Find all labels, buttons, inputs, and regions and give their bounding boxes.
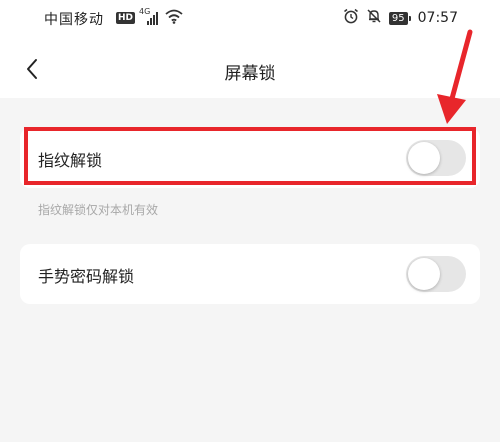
signal-icon: 4G <box>139 7 161 26</box>
gesture-unlock-label: 手势密码解锁 <box>38 267 135 286</box>
hd-badge: HD <box>116 12 136 24</box>
clock-time: 07:57 <box>417 10 458 26</box>
fingerprint-unlock-toggle[interactable] <box>406 140 466 176</box>
toggle-knob <box>408 258 440 290</box>
fingerprint-unlock-row[interactable]: 指纹解锁 <box>20 128 480 188</box>
status-icons-left: HD 4G <box>116 7 183 28</box>
gesture-unlock-row[interactable]: 手势密码解锁 <box>20 244 480 304</box>
status-bar: 中国移动 HD 4G 95 07:57 <box>0 0 500 40</box>
alarm-icon <box>343 8 359 28</box>
page-title: 屏幕锁 <box>224 64 276 84</box>
fingerprint-unlock-label: 指纹解锁 <box>38 151 103 170</box>
battery-indicator: 95 <box>388 11 411 25</box>
carrier-name: 中国移动 <box>44 12 104 28</box>
status-icons-right: 95 07:57 <box>343 8 458 28</box>
toggle-knob <box>408 142 440 174</box>
wifi-icon <box>165 9 183 28</box>
network-type: 4G <box>139 7 151 16</box>
gesture-unlock-toggle[interactable] <box>406 256 466 292</box>
fingerprint-hint: 指纹解锁仅对本机有效 <box>38 203 159 217</box>
nav-bar: 屏幕锁 <box>0 40 500 98</box>
bell-off-icon <box>366 8 382 28</box>
